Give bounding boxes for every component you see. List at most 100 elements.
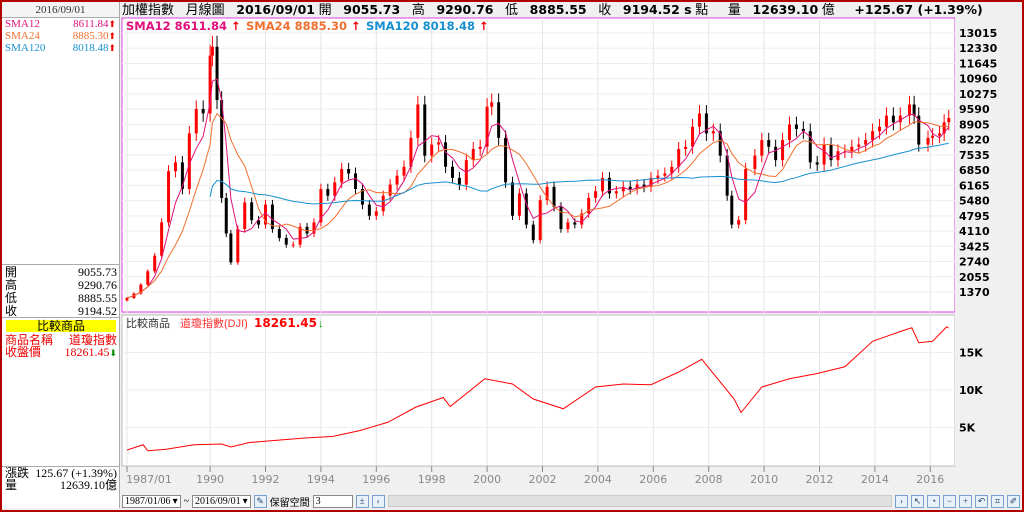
zoom-out-icon[interactable]: −: [943, 494, 956, 508]
candle-body: [794, 124, 798, 129]
candle-body: [229, 233, 233, 263]
candle-body: [850, 146, 854, 152]
candle-body: [173, 162, 177, 172]
candle-body: [815, 162, 819, 165]
y-tick-label: 10275: [959, 88, 997, 101]
candle-body: [531, 224, 535, 241]
zoom-in-icon[interactable]: +: [959, 494, 972, 508]
fit-icon[interactable]: ⌗: [991, 494, 1004, 508]
candle-body: [931, 135, 935, 138]
compare-series-value: 18261.45: [254, 316, 317, 330]
legend-item: SMA24 8885.30: [246, 19, 347, 33]
y-tick-label: 11645: [959, 57, 997, 70]
candle-body: [891, 115, 895, 123]
legend-item: SMA120 8018.48: [366, 19, 475, 33]
candle-body: [388, 184, 392, 196]
candle-body: [243, 202, 247, 230]
candle-body: [857, 144, 861, 147]
candle-body: [277, 229, 281, 238]
candle-body: [884, 115, 888, 127]
candle-body: [538, 200, 542, 241]
scroll-left-button[interactable]: ‹: [371, 494, 385, 508]
settings-icon[interactable]: ✐: [1007, 494, 1020, 508]
keep-space-label: 保留空間: [269, 497, 310, 509]
y-tick-label: 5480: [959, 195, 990, 208]
candle-body: [367, 204, 371, 216]
candle-body: [381, 195, 385, 212]
y-tick-label: 5K: [959, 422, 976, 435]
clock-icon[interactable]: ◔: [927, 494, 940, 508]
candle-body: [478, 146, 482, 149]
x-tick-label: 1987/01: [126, 473, 172, 486]
end-date-value: 2016/09/01: [195, 495, 241, 507]
y-tick-label: 8220: [959, 134, 990, 147]
x-tick-label: 2016: [916, 473, 944, 486]
x-tick-label: 1990: [196, 473, 224, 486]
candle-body: [250, 202, 254, 221]
dropdown-icon: ▾: [242, 495, 248, 507]
x-tick-label: 2014: [861, 473, 889, 486]
candle-body: [395, 175, 399, 185]
candle-body: [284, 237, 288, 245]
candle-body: [767, 140, 771, 147]
candle-body: [340, 169, 344, 183]
y-tick-label: 12330: [959, 42, 998, 55]
y-tick-label: 10960: [959, 73, 998, 86]
x-tick-label: 2000: [473, 473, 501, 486]
candle-body: [497, 102, 501, 138]
candle-body: [430, 144, 434, 156]
x-tick-label: 1992: [252, 473, 280, 486]
dropdown-icon: ▾: [172, 495, 178, 507]
candle-body: [926, 137, 930, 145]
down-arrow-icon: ↓: [318, 318, 324, 330]
candle-body: [781, 140, 785, 161]
candle-body: [347, 169, 351, 174]
legend-item: SMA12 8611.84: [126, 19, 227, 33]
candle-body: [444, 142, 448, 167]
x-tick-label: 2006: [639, 473, 667, 486]
keep-space-icon[interactable]: ✎: [253, 494, 267, 508]
start-date-select[interactable]: 1987/01/06 ▾: [122, 494, 181, 508]
candle-body: [125, 297, 129, 301]
range-tilde: ~: [183, 495, 190, 507]
candle-body: [291, 244, 295, 246]
undo-icon[interactable]: ↶: [975, 494, 988, 508]
candle-body: [354, 173, 358, 190]
candle-body: [517, 193, 521, 216]
spin-icon[interactable]: ±: [355, 494, 369, 508]
candle-body: [236, 229, 240, 263]
y-tick-label: 13015: [959, 27, 997, 40]
candle-body: [787, 124, 791, 141]
scroll-right-button[interactable]: ›: [895, 494, 908, 508]
keep-space-value: 3: [315, 495, 321, 507]
keep-space-input[interactable]: 3: [312, 494, 353, 508]
y-tick-label: 15K: [959, 347, 983, 360]
compare-series-name: 道瓊指數(DJI): [180, 316, 248, 330]
candle-body: [614, 191, 618, 194]
candle-body: [504, 137, 508, 183]
bottom-toolbar: 1987/01/06 ▾ ~ 2016/09/01 ▾ ✎ 保留空間 3 ± ‹ ›…: [122, 494, 1020, 509]
candle-body: [594, 191, 598, 198]
candle-body: [194, 108, 198, 134]
candle-body: [160, 222, 164, 256]
x-tick-label: 1996: [362, 473, 390, 486]
chart-area[interactable]: 1987/01 1990 1992 1994 1996 1998 2000 2002 2004 2…: [0, 0, 1024, 512]
horizontal-scrollbar[interactable]: [387, 495, 892, 507]
up-arrow-icon: ↑: [227, 19, 241, 33]
candle-body: [423, 104, 427, 156]
candle-body: [490, 102, 494, 107]
candle-body: [201, 108, 205, 114]
candle-body: [457, 177, 461, 185]
candle-body: [691, 126, 695, 147]
candle-body: [760, 140, 764, 156]
candle-body: [737, 220, 741, 225]
x-tick-label: 2008: [695, 473, 723, 486]
candle-body: [146, 271, 150, 285]
candle-body: [437, 142, 441, 145]
y-tick-label: 6165: [959, 179, 990, 192]
end-date-select[interactable]: 2016/09/01 ▾: [192, 494, 251, 508]
pointer-icon[interactable]: ↖: [911, 494, 924, 508]
candle-body: [326, 189, 330, 196]
candle-body: [878, 126, 882, 132]
candle-body: [628, 186, 632, 190]
